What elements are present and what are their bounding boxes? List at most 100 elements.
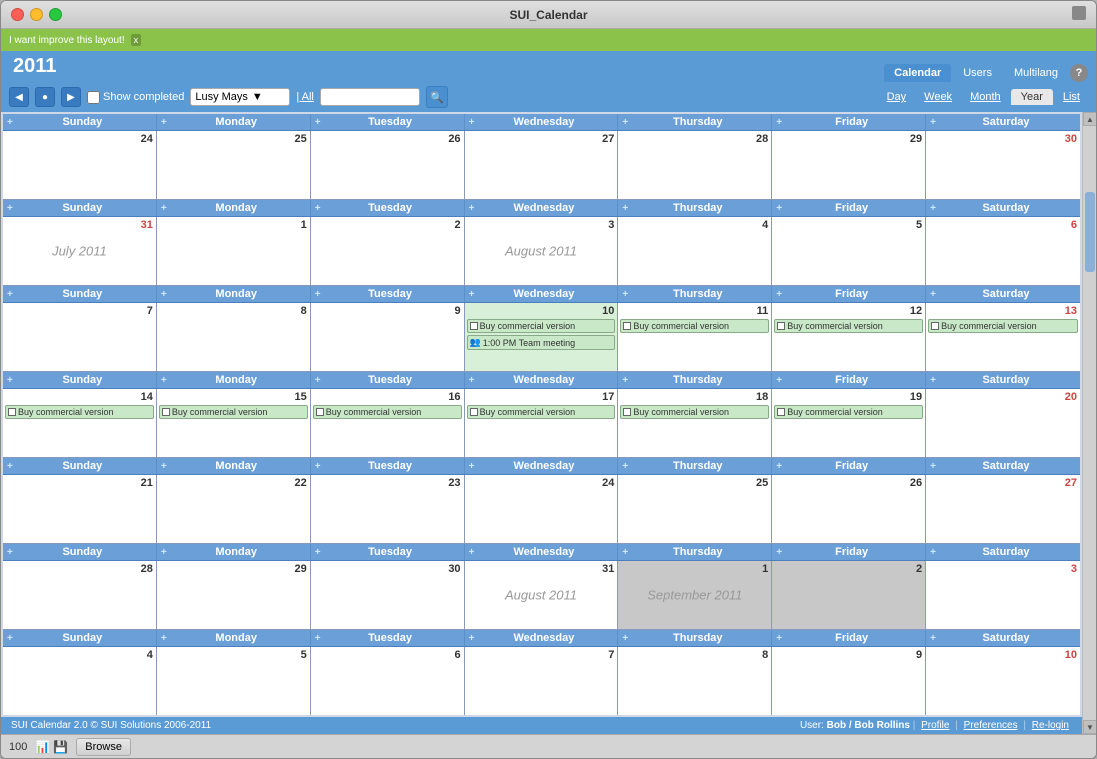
plus-icon-24[interactable]: +: [315, 375, 321, 386]
tab-day[interactable]: Day: [879, 89, 915, 105]
today-button[interactable]: ●: [35, 87, 55, 107]
day-20-aug[interactable]: 20: [926, 389, 1080, 457]
event-buy-commercial-10[interactable]: Buy commercial version: [467, 319, 616, 333]
day-29-jul[interactable]: 29: [772, 131, 926, 199]
day-31-aug[interactable]: 31 August 2011: [465, 561, 619, 629]
help-button[interactable]: ?: [1070, 64, 1088, 82]
day-16-aug[interactable]: 16 Buy commercial version: [311, 389, 465, 457]
relogin-link[interactable]: Re-login: [1032, 720, 1069, 731]
preferences-link[interactable]: Preferences: [964, 720, 1018, 731]
plus-icon-32[interactable]: +: [469, 461, 475, 472]
tab-week[interactable]: Week: [916, 89, 960, 105]
event-checkbox[interactable]: [623, 322, 631, 330]
plus-icon-15[interactable]: +: [7, 289, 13, 300]
plus-icon-22[interactable]: +: [7, 375, 13, 386]
day-30-aug[interactable]: 30: [311, 561, 465, 629]
plus-icon-37[interactable]: +: [161, 547, 167, 558]
event-team-meeting[interactable]: 👥 1:00 PM Team meeting: [467, 335, 616, 350]
plus-icon-19[interactable]: +: [622, 289, 628, 300]
day-7-aug[interactable]: 7: [3, 303, 157, 371]
plus-icon-36[interactable]: +: [7, 547, 13, 558]
day-2-sep[interactable]: 2: [772, 561, 926, 629]
plus-icon-39[interactable]: +: [469, 547, 475, 558]
tab-year[interactable]: Year: [1011, 89, 1053, 105]
plus-icon-38[interactable]: +: [315, 547, 321, 558]
day-29-aug[interactable]: 29: [157, 561, 311, 629]
tab-month[interactable]: Month: [962, 89, 1009, 105]
day-10-sep[interactable]: 10: [926, 647, 1080, 715]
user-dropdown[interactable]: Lusy Mays ▼: [190, 88, 290, 106]
search-button[interactable]: 🔍: [426, 86, 448, 108]
tab-multilang[interactable]: Multilang: [1004, 64, 1068, 82]
plus-icon-10[interactable]: +: [315, 203, 321, 214]
event-checkbox[interactable]: [8, 408, 16, 416]
plus-icon-27[interactable]: +: [776, 375, 782, 386]
day-1-aug[interactable]: 1: [157, 217, 311, 285]
day-6-aug[interactable]: 6: [926, 217, 1080, 285]
plus-icon-30[interactable]: +: [161, 461, 167, 472]
plus-icon-23[interactable]: +: [161, 375, 167, 386]
day-17-aug[interactable]: 17 Buy commercial version: [465, 389, 619, 457]
plus-icon-34[interactable]: +: [776, 461, 782, 472]
plus-icon-8[interactable]: +: [7, 203, 13, 214]
maximize-button[interactable]: [49, 8, 62, 21]
plus-icon-20[interactable]: +: [776, 289, 782, 300]
plus-icon-33[interactable]: +: [622, 461, 628, 472]
all-link[interactable]: | All: [296, 91, 314, 103]
plus-icon-21[interactable]: +: [930, 289, 936, 300]
plus-icon-7[interactable]: +: [930, 117, 936, 128]
plus-icon-41[interactable]: +: [776, 547, 782, 558]
plus-icon-11[interactable]: +: [469, 203, 475, 214]
plus-icon-49[interactable]: +: [930, 633, 936, 644]
event-buy-commercial-12[interactable]: Buy commercial version: [774, 319, 923, 333]
plus-icon-43[interactable]: +: [7, 633, 13, 644]
plus-icon-18[interactable]: +: [469, 289, 475, 300]
day-4-sep[interactable]: 4: [3, 647, 157, 715]
day-27-jul[interactable]: 27: [465, 131, 619, 199]
event-buy-commercial-16[interactable]: Buy commercial version: [313, 405, 462, 419]
show-completed-label[interactable]: Show completed: [87, 91, 184, 104]
plus-icon-45[interactable]: +: [315, 633, 321, 644]
day-13-aug[interactable]: 13 Buy commercial version: [926, 303, 1080, 371]
prev-button[interactable]: ◀: [9, 87, 29, 107]
improve-close-button[interactable]: x: [131, 34, 142, 46]
day-28-aug[interactable]: 28: [3, 561, 157, 629]
plus-icon-48[interactable]: +: [776, 633, 782, 644]
next-button[interactable]: ▶: [61, 87, 81, 107]
event-checkbox[interactable]: [777, 408, 785, 416]
day-11-aug[interactable]: 11 Buy commercial version: [618, 303, 772, 371]
profile-link[interactable]: Profile: [921, 720, 949, 731]
event-checkbox[interactable]: [470, 322, 478, 330]
plus-icon-40[interactable]: +: [622, 547, 628, 558]
day-22-aug[interactable]: 22: [157, 475, 311, 543]
plus-icon-4[interactable]: +: [469, 117, 475, 128]
scroll-up-arrow[interactable]: ▲: [1083, 112, 1097, 126]
plus-icon-3[interactable]: +: [315, 117, 321, 128]
day-21-aug[interactable]: 21: [3, 475, 157, 543]
day-8-aug[interactable]: 8: [157, 303, 311, 371]
event-checkbox[interactable]: [931, 322, 939, 330]
plus-icon-25[interactable]: +: [469, 375, 475, 386]
event-buy-commercial-17[interactable]: Buy commercial version: [467, 405, 616, 419]
plus-icon-16[interactable]: +: [161, 289, 167, 300]
day-24-aug[interactable]: 24: [465, 475, 619, 543]
day-2-aug[interactable]: 2: [311, 217, 465, 285]
day-25-aug[interactable]: 25: [618, 475, 772, 543]
day-7-sep[interactable]: 7: [465, 647, 619, 715]
event-buy-commercial-14[interactable]: Buy commercial version: [5, 405, 154, 419]
plus-icon-26[interactable]: +: [622, 375, 628, 386]
day-8-sep[interactable]: 8: [618, 647, 772, 715]
plus-icon-2[interactable]: +: [161, 117, 167, 128]
day-27-aug[interactable]: 27: [926, 475, 1080, 543]
event-checkbox[interactable]: [623, 408, 631, 416]
day-24-jul[interactable]: 24: [3, 131, 157, 199]
tab-users[interactable]: Users: [953, 64, 1002, 82]
tab-calendar[interactable]: Calendar: [884, 64, 951, 82]
plus-icon[interactable]: +: [7, 117, 13, 128]
plus-icon-35[interactable]: +: [930, 461, 936, 472]
day-19-aug[interactable]: 19 Buy commercial version: [772, 389, 926, 457]
plus-icon-12[interactable]: +: [622, 203, 628, 214]
day-6-sep[interactable]: 6: [311, 647, 465, 715]
search-input[interactable]: [320, 88, 420, 106]
minimize-button[interactable]: [30, 8, 43, 21]
